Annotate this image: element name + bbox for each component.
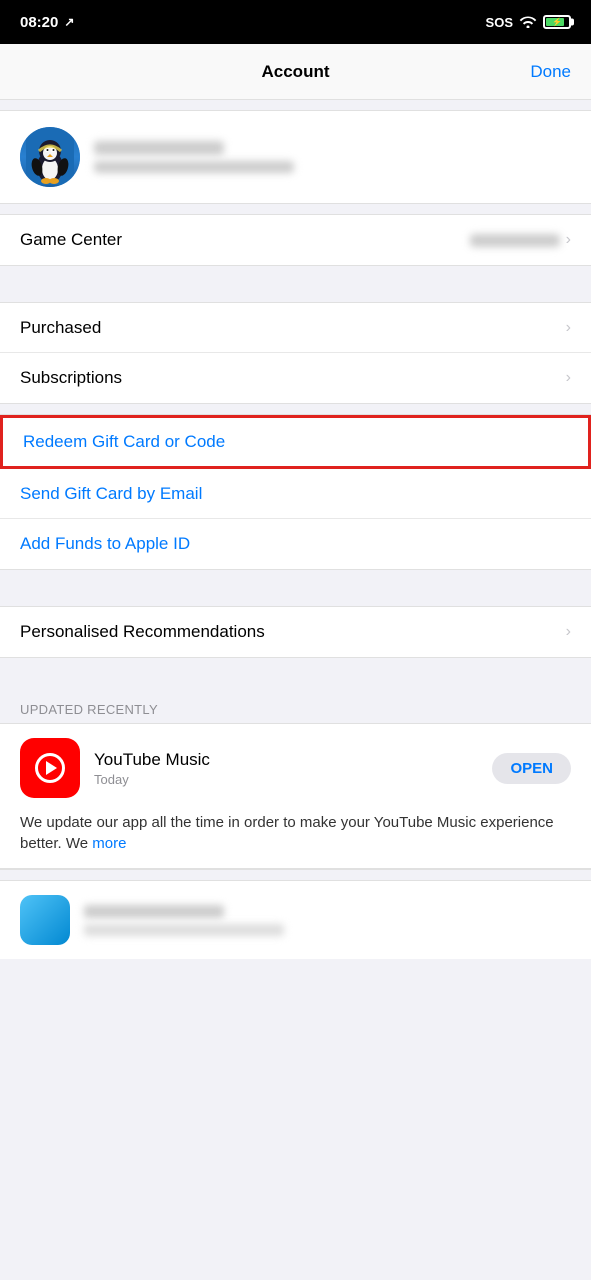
bottom-section (0, 880, 591, 959)
updated-recently-header: Updated Recently (0, 694, 591, 723)
wifi-icon (519, 14, 537, 31)
status-bar: 08:20 ↗ SOS ⚡ (0, 0, 591, 44)
add-funds-row[interactable]: Add Funds to Apple ID (0, 519, 591, 569)
status-right: SOS ⚡ (486, 14, 571, 31)
status-left: 08:20 ↗ (20, 14, 74, 31)
game-center-section: Game Center › (0, 214, 591, 266)
section-gap-1 (0, 100, 591, 110)
send-gift-label: Send Gift Card by Email (20, 484, 202, 504)
section-gap-5 (0, 570, 591, 606)
send-gift-row[interactable]: Send Gift Card by Email (0, 469, 591, 519)
personalised-label: Personalised Recommendations (20, 622, 265, 642)
play-circle-icon (35, 753, 65, 783)
redeem-row[interactable]: Redeem Gift Card or Code (0, 415, 591, 469)
subscriptions-row[interactable]: Subscriptions › (0, 353, 591, 403)
more-link[interactable]: more (92, 835, 126, 852)
done-button[interactable]: Done (530, 62, 571, 82)
open-button[interactable]: OPEN (492, 753, 571, 784)
sos-label: SOS (486, 15, 513, 30)
personalised-chevron: › (566, 623, 571, 641)
app-description: We update our app all the time in order … (0, 812, 591, 869)
purchased-label: Purchased (20, 318, 101, 338)
purchased-chevron: › (566, 319, 571, 337)
youtube-music-row: YouTube Music Today OPEN (0, 724, 591, 812)
youtube-music-info: YouTube Music Today (94, 750, 478, 787)
profile-section (0, 110, 591, 204)
bottom-app-icon (20, 895, 70, 945)
game-center-right: › (470, 231, 571, 249)
play-triangle-icon (46, 761, 57, 775)
personalised-row[interactable]: Personalised Recommendations › (0, 607, 591, 657)
youtube-music-time: Today (94, 772, 478, 787)
profile-name (94, 141, 224, 155)
location-icon: ↗ (64, 15, 74, 29)
subscriptions-label: Subscriptions (20, 368, 122, 388)
bottom-blur-title (84, 905, 224, 918)
youtube-music-name: YouTube Music (94, 750, 478, 770)
profile-info (94, 141, 294, 173)
section-gap-7 (0, 870, 591, 880)
section-gap-6 (0, 658, 591, 694)
game-center-value (470, 234, 560, 247)
section-gap-3 (0, 266, 591, 302)
purchases-section: Purchased › Subscriptions › (0, 302, 591, 404)
purchased-row[interactable]: Purchased › (0, 303, 591, 353)
game-center-label: Game Center (20, 230, 122, 250)
personalised-right: › (566, 623, 571, 641)
page-title: Account (262, 62, 330, 82)
avatar (20, 127, 80, 187)
add-funds-label: Add Funds to Apple ID (20, 534, 190, 554)
game-center-chevron: › (566, 231, 571, 249)
updated-section: YouTube Music Today OPEN We update our a… (0, 723, 591, 870)
personalised-section: Personalised Recommendations › (0, 606, 591, 658)
purchased-right: › (566, 319, 571, 337)
bottom-text-lines (84, 905, 284, 936)
profile-email (94, 161, 294, 173)
battery-icon: ⚡ (543, 15, 571, 29)
section-gap-4 (0, 404, 591, 414)
nav-bar: Account Done (0, 44, 591, 100)
gift-card-section: Redeem Gift Card or Code Send Gift Card … (0, 414, 591, 570)
youtube-music-icon (20, 738, 80, 798)
subscriptions-right: › (566, 369, 571, 387)
section-gap-2 (0, 204, 591, 214)
time-label: 08:20 (20, 14, 58, 31)
bottom-blur-subtitle (84, 924, 284, 936)
redeem-label: Redeem Gift Card or Code (23, 432, 225, 452)
game-center-row[interactable]: Game Center › (0, 215, 591, 265)
subscriptions-chevron: › (566, 369, 571, 387)
